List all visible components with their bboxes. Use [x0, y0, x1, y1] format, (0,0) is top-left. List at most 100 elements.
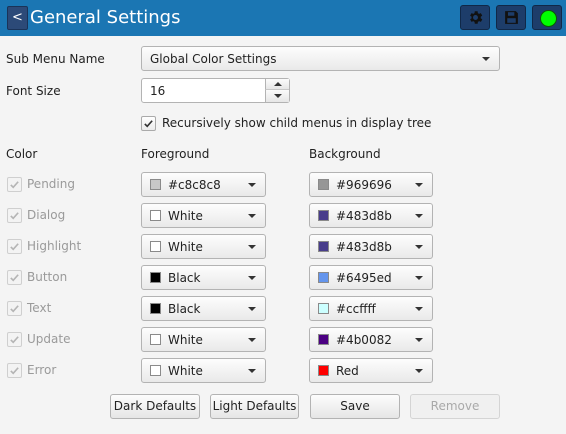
- chevron-down-icon: [248, 338, 256, 342]
- pending-checkbox: [7, 177, 22, 192]
- error-label: Error: [27, 363, 57, 377]
- text-background-select[interactable]: #ccffff: [309, 296, 433, 321]
- color-swatch: [318, 303, 329, 314]
- color-value: #ccffff: [336, 302, 376, 316]
- color-value: White: [168, 240, 203, 254]
- chevron-down-icon: [415, 183, 423, 187]
- pending-foreground-select[interactable]: #c8c8c8: [141, 172, 266, 197]
- dialog-label: Dialog: [27, 208, 66, 222]
- chevron-down-icon: [248, 183, 256, 187]
- dialog-checkbox: [7, 208, 22, 223]
- highlight-checkbox: [7, 239, 22, 254]
- color-value: #483d8b: [336, 209, 392, 223]
- chevron-down-icon: [248, 276, 256, 280]
- background-column-header: Background: [309, 147, 381, 161]
- recursive-checkbox[interactable]: [141, 116, 156, 131]
- color-value: Black: [168, 302, 201, 316]
- color-swatch: [318, 365, 329, 376]
- foreground-column-header: Foreground: [141, 147, 210, 161]
- chevron-down-icon: [248, 369, 256, 373]
- color-value: Red: [336, 364, 359, 378]
- color-column-header: Color: [6, 147, 38, 161]
- color-swatch: [318, 210, 329, 221]
- chevron-down-icon: [415, 307, 423, 311]
- chevron-down-icon: [248, 245, 256, 249]
- color-swatch: [318, 272, 329, 283]
- decrement-button[interactable]: [265, 90, 289, 102]
- chevron-down-icon: [415, 338, 423, 342]
- chevron-down-icon: [415, 276, 423, 280]
- font-size-label: Font Size: [6, 84, 61, 98]
- checkmark-icon: [10, 305, 19, 313]
- highlight-foreground-select[interactable]: White: [141, 234, 266, 259]
- color-value: #6495ed: [336, 271, 392, 285]
- color-swatch: [150, 241, 161, 252]
- sub-menu-select[interactable]: Global Color Settings: [141, 46, 500, 71]
- color-value: Black: [168, 271, 201, 285]
- color-value: #969696: [336, 178, 392, 192]
- checkmark-icon: [144, 120, 153, 128]
- checkmark-icon: [10, 243, 19, 251]
- color-swatch: [150, 365, 161, 376]
- button-foreground-select[interactable]: Black: [141, 265, 266, 290]
- increment-button[interactable]: [265, 79, 289, 90]
- update-background-select[interactable]: #4b0082: [309, 327, 433, 352]
- color-swatch: [150, 210, 161, 221]
- pending-background-select[interactable]: #969696: [309, 172, 433, 197]
- color-value: #c8c8c8: [168, 178, 221, 192]
- color-swatch: [318, 241, 329, 252]
- button-background-select[interactable]: #6495ed: [309, 265, 433, 290]
- recursive-label: Recursively show child menus in display …: [162, 116, 432, 130]
- color-swatch: [318, 334, 329, 345]
- status-button[interactable]: [532, 5, 562, 30]
- chevron-down-icon: [415, 369, 423, 373]
- checkmark-icon: [10, 274, 19, 282]
- remove-button: Remove: [410, 394, 500, 419]
- arrow-up-icon: [274, 82, 282, 86]
- error-checkbox: [7, 363, 22, 378]
- gear-icon: [470, 11, 483, 24]
- status-indicator-icon: [540, 10, 557, 27]
- color-value: White: [168, 209, 203, 223]
- checkmark-icon: [10, 367, 19, 375]
- color-value: White: [168, 333, 203, 347]
- light-defaults-button[interactable]: Light Defaults: [210, 394, 299, 419]
- color-swatch: [150, 272, 161, 283]
- save-button[interactable]: Save: [310, 394, 400, 419]
- button-checkbox: [7, 270, 22, 285]
- color-swatch: [318, 179, 329, 190]
- highlight-background-select[interactable]: #483d8b: [309, 234, 433, 259]
- chevron-down-icon: [482, 57, 490, 61]
- error-foreground-select[interactable]: White: [141, 358, 266, 383]
- chevron-down-icon: [415, 245, 423, 249]
- update-label: Update: [27, 332, 71, 346]
- pending-label: Pending: [27, 177, 75, 191]
- checkmark-icon: [10, 181, 19, 189]
- color-swatch: [150, 303, 161, 314]
- error-background-select[interactable]: Red: [309, 358, 433, 383]
- window-title: General Settings: [30, 7, 181, 28]
- dialog-background-select[interactable]: #483d8b: [309, 203, 433, 228]
- checkmark-icon: [10, 212, 19, 220]
- dialog-foreground-select[interactable]: White: [141, 203, 266, 228]
- floppy-disk-icon: [505, 11, 518, 24]
- color-swatch: [150, 334, 161, 345]
- sub-menu-value: Global Color Settings: [150, 52, 277, 66]
- chevron-down-icon: [248, 214, 256, 218]
- arrow-down-icon: [274, 94, 282, 98]
- settings-button[interactable]: [460, 5, 490, 30]
- text-foreground-select[interactable]: Black: [141, 296, 266, 321]
- save-icon-button[interactable]: [496, 5, 526, 30]
- highlight-label: Highlight: [27, 239, 82, 253]
- color-value: #4b0082: [336, 333, 392, 347]
- text-checkbox: [7, 301, 22, 316]
- update-foreground-select[interactable]: White: [141, 327, 266, 352]
- back-button[interactable]: <: [7, 6, 28, 30]
- color-value: White: [168, 364, 203, 378]
- title-bar: < General Settings: [0, 0, 566, 36]
- chevron-down-icon: [415, 214, 423, 218]
- dark-defaults-button[interactable]: Dark Defaults: [110, 394, 200, 419]
- color-value: #483d8b: [336, 240, 392, 254]
- chevron-down-icon: [248, 307, 256, 311]
- font-size-input[interactable]: [143, 80, 263, 101]
